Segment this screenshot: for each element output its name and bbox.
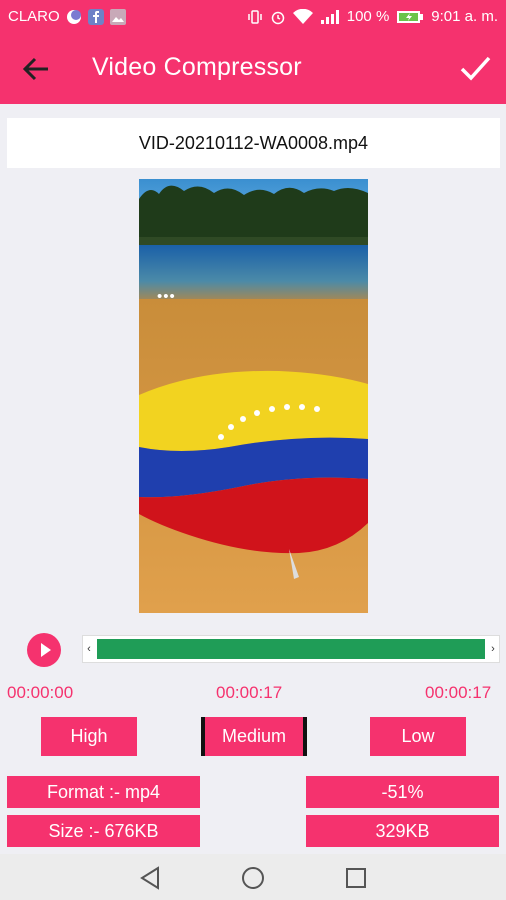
navigation-bar	[0, 854, 506, 900]
status-right: 100 % 9:01 a. m.	[247, 8, 498, 25]
check-icon[interactable]	[458, 52, 492, 84]
battery-percent: 100 %	[346, 8, 390, 25]
trim-left-handle[interactable]: ‹	[83, 636, 95, 662]
reduction-info: -51%	[306, 776, 499, 808]
carrier-label: CLARO	[8, 8, 60, 25]
output-size-info: 329KB	[306, 815, 499, 847]
signal-icon	[320, 9, 339, 24]
vibrate-icon	[248, 9, 262, 24]
wifi-icon	[292, 8, 313, 24]
moon-icon	[66, 9, 81, 24]
battery-charging-icon	[397, 10, 424, 23]
nav-back-icon[interactable]	[136, 864, 164, 892]
nav-home-icon[interactable]	[239, 864, 267, 892]
current-time: 00:00:17	[216, 683, 283, 702]
app-title: Video Compressor	[92, 53, 302, 81]
status-left: CLARO	[8, 8, 126, 25]
start-time: 00:00:00	[7, 683, 74, 702]
alarm-icon	[271, 11, 284, 24]
play-button[interactable]	[27, 633, 61, 667]
file-name: VID-20210112-WA0008.mp4	[7, 118, 500, 168]
quality-medium-button[interactable]: Medium	[201, 717, 307, 756]
quality-low-button[interactable]: Low	[370, 717, 466, 756]
facebook-icon	[87, 8, 104, 25]
video-preview[interactable]: •••	[139, 179, 368, 613]
trim-selection	[97, 639, 485, 659]
format-info: Format :- mp4	[7, 776, 200, 808]
quality-high-button[interactable]: High	[41, 717, 137, 756]
app-bar: Video Compressor	[0, 34, 506, 104]
video-frame	[139, 179, 368, 613]
end-time: 00:00:17	[425, 683, 492, 702]
size-info: Size :- 676KB	[7, 815, 200, 847]
trim-right-handle[interactable]: ›	[487, 636, 499, 662]
gallery-icon	[109, 8, 126, 25]
trim-range[interactable]: ‹ ›	[82, 635, 500, 663]
status-bar: CLARO 100 % 9:01 a. m.	[0, 0, 506, 34]
back-arrow-icon[interactable]	[20, 54, 52, 84]
clock: 9:01 a. m.	[431, 8, 498, 25]
nav-recents-icon[interactable]	[342, 864, 370, 892]
overlay-dots: •••	[157, 288, 176, 305]
